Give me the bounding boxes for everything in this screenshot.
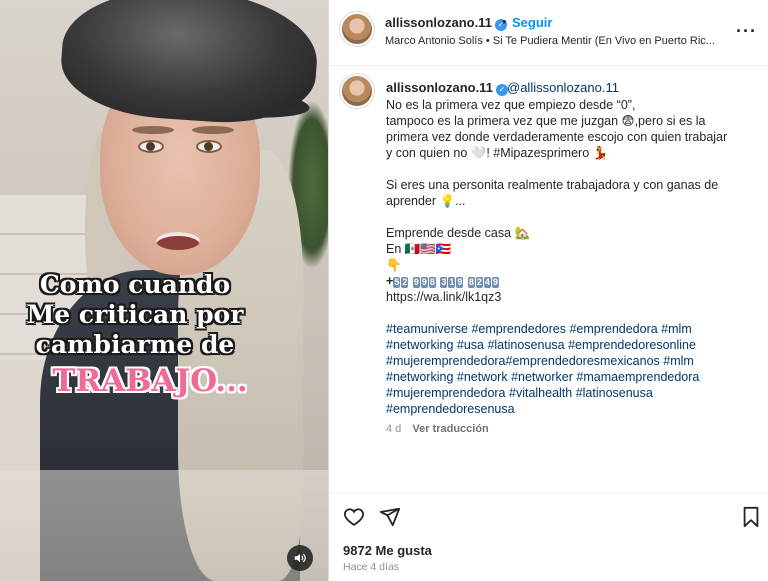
mouth xyxy=(156,232,200,250)
wa-link[interactable]: https://wa.link/lk1qz3 xyxy=(386,289,756,305)
caption-paragraph-2: Si eres una personita realmente trabajad… xyxy=(386,178,719,208)
post-caption: allissonlozano.11 ✓ @allissonlozano.11 No… xyxy=(329,66,768,492)
phone-digit: 4 xyxy=(483,277,491,288)
phone-digit: 8 xyxy=(428,277,436,288)
post-panel: allissonlozano.11 ✓ • Seguir Marco Antoni… xyxy=(328,0,768,581)
separator-dot: • xyxy=(502,14,507,29)
post-header: allissonlozano.11 ✓ • Seguir Marco Antoni… xyxy=(329,0,768,66)
ellipsis-icon[interactable]: ··· xyxy=(736,21,757,42)
heart-icon[interactable] xyxy=(343,506,365,528)
caption-username[interactable]: allissonlozano.11 ✓ xyxy=(386,80,508,96)
right-eye xyxy=(196,140,222,153)
phone-number: +5 2 998 319 8249 xyxy=(386,273,756,289)
beret-hat xyxy=(57,0,322,129)
phone-digits: 52 998 319 8249 xyxy=(393,273,500,289)
instagram-post-view: Como cuando Me critican por cambiarme de… xyxy=(0,0,768,581)
caption-username-text[interactable]: allissonlozano.11 xyxy=(386,80,493,95)
reel-video[interactable]: Como cuando Me critican por cambiarme de… xyxy=(0,0,328,581)
bookmark-icon[interactable] xyxy=(741,506,761,528)
phone-digit: 9 xyxy=(456,277,464,288)
avatar[interactable] xyxy=(342,14,372,44)
left-brow xyxy=(132,126,174,134)
caption-accent: TRABAJO... xyxy=(52,363,248,399)
desk xyxy=(0,470,328,581)
phone-digit: 3 xyxy=(440,277,448,288)
caption-line-3: cambiarme de xyxy=(35,330,235,359)
hashtags[interactable]: #teamuniverse #emprendedores #emprendedo… xyxy=(386,321,756,417)
caption-body: No es la primera vez que empiezo desde “… xyxy=(386,97,756,417)
phone-digit: 1 xyxy=(448,277,456,288)
see-translation-button[interactable]: Ver traducción xyxy=(412,423,488,435)
background-sign xyxy=(0,185,80,225)
audio-track-link[interactable]: Marco Antonio Solís • Si Te Pudiera Ment… xyxy=(385,35,730,47)
phone-prefix: + xyxy=(386,274,394,288)
phone-digit: 9 xyxy=(491,277,499,288)
right-brow xyxy=(192,126,234,134)
caption-line-2: Me critican por xyxy=(26,300,244,329)
phone-digit: 8 xyxy=(467,277,475,288)
caption-line-1: Como cuando xyxy=(39,270,231,299)
video-caption-overlay: Como cuando Me critican por cambiarme de… xyxy=(0,270,270,399)
caption-paragraph-1: No es la primera vez que empiezo desde “… xyxy=(386,98,728,160)
phone-digit: 9 xyxy=(420,277,428,288)
send-icon[interactable] xyxy=(379,506,401,528)
caption-meta: 4 d Ver traducción xyxy=(386,423,489,435)
emprende-line-2: En 🇲🇽🇺🇸🇵🇷 xyxy=(386,242,452,256)
speaker-icon xyxy=(294,553,306,563)
pointer-emoji: 👇 xyxy=(386,258,402,272)
phone-digit: 9 xyxy=(412,277,420,288)
mute-button[interactable] xyxy=(287,545,313,571)
phone-digit: 5 xyxy=(393,277,401,288)
phone-digit: 2 xyxy=(401,277,409,288)
follow-button[interactable]: Seguir xyxy=(512,15,552,30)
action-bar: 9872 Me gusta Hace 4 días xyxy=(329,492,768,581)
caption-time: 4 d xyxy=(386,423,402,435)
header-username[interactable]: allissonlozano.11 ✓ xyxy=(385,15,507,31)
header-username-text[interactable]: allissonlozano.11 xyxy=(385,15,492,30)
like-count[interactable]: 9872 Me gusta xyxy=(343,543,432,558)
post-date: Hace 4 días xyxy=(343,561,400,573)
emprende-line-1: Emprende desde casa 🏡 xyxy=(386,226,531,240)
caption-avatar[interactable] xyxy=(342,76,372,106)
phone-digit: 2 xyxy=(475,277,483,288)
left-eye xyxy=(138,140,164,153)
caption-handle-link[interactable]: @allissonlozano.11 xyxy=(507,80,619,95)
